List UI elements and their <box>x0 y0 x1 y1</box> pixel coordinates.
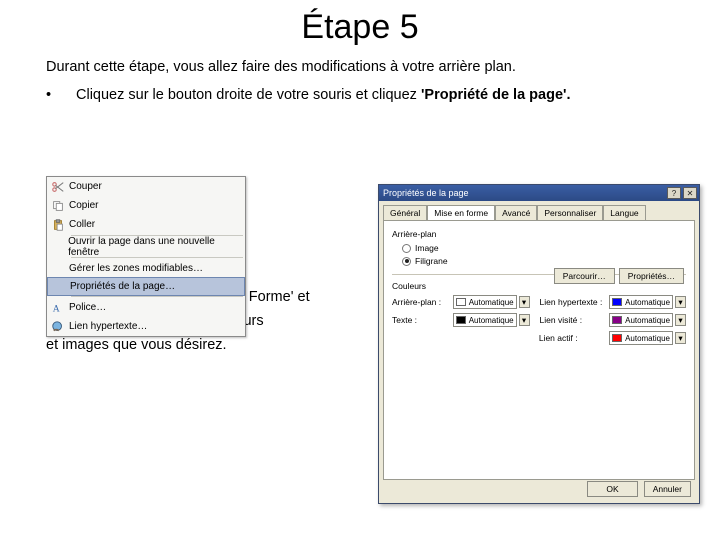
intro-text: Durant cette étape, vous allez faire des… <box>46 59 674 75</box>
chevron-down-icon[interactable]: ▾ <box>519 314 530 326</box>
bullet1-bold: 'Propriété de la page'. <box>421 87 571 103</box>
tab-panel-format: Arrière-plan Image Filigrane Parcourir… … <box>383 220 695 480</box>
ctx-cut[interactable]: Couper <box>47 177 245 196</box>
ctx-open-label: Ouvrir la page dans une nouvelle fenêtre <box>68 236 241 258</box>
scissors-icon <box>47 180 69 194</box>
separator <box>71 296 243 297</box>
text-color-label: Texte : <box>392 315 453 325</box>
tab-format[interactable]: Mise en forme <box>427 205 495 220</box>
bg-color-label: Arrière-plan : <box>392 297 453 307</box>
hyper-color-picker[interactable]: Automatique <box>609 295 673 309</box>
ctx-manage-label: Gérer les zones modifiables… <box>69 263 203 274</box>
chevron-down-icon[interactable]: ▾ <box>675 314 686 326</box>
ok-button[interactable]: OK <box>587 481 637 497</box>
context-menu: Couper Copier Coller Ouvrir la page dans… <box>46 176 246 337</box>
radio-icon <box>402 257 411 266</box>
radio-icon <box>402 244 411 253</box>
hyper-color-label: Lien hypertexte : <box>540 297 610 307</box>
ctx-font[interactable]: A Police… <box>47 298 245 317</box>
radio-filigrane-label: Filigrane <box>415 256 448 266</box>
page-title: Étape 5 <box>0 8 720 47</box>
ctx-manage[interactable]: Gérer les zones modifiables… <box>47 259 245 278</box>
text-color-picker[interactable]: Automatique <box>453 313 517 327</box>
tab-lang[interactable]: Langue <box>603 205 645 220</box>
hover-color-picker[interactable]: Automatique <box>609 331 673 345</box>
chevron-down-icon[interactable]: ▾ <box>519 296 530 308</box>
dialog-titlebar: Propriétés de la page ? ✕ <box>379 185 699 201</box>
properties-button[interactable]: Propriétés… <box>619 268 684 284</box>
tab-advanced[interactable]: Avancé <box>495 205 537 220</box>
ctx-copy-label: Copier <box>69 200 98 211</box>
cancel-button[interactable]: Annuler <box>644 481 691 497</box>
ctx-page-props[interactable]: Propriétés de la page… <box>47 277 245 296</box>
ctx-open-new[interactable]: Ouvrir la page dans une nouvelle fenêtre <box>47 237 245 256</box>
radio-filigrane-row[interactable]: Filigrane <box>402 256 686 266</box>
background-group-label: Arrière-plan <box>392 229 686 239</box>
bullet-dot: • <box>46 87 76 103</box>
ctx-cut-label: Couper <box>69 181 102 192</box>
ctx-font-label: Police… <box>69 302 106 313</box>
ctx-page-props-label: Propriétés de la page… <box>70 281 175 292</box>
radio-image-label: Image <box>415 243 439 253</box>
paste-icon <box>47 218 69 232</box>
chevron-down-icon[interactable]: ▾ <box>675 296 686 308</box>
tab-custom[interactable]: Personnaliser <box>537 205 603 220</box>
bg-color-picker[interactable]: Automatique <box>453 295 517 309</box>
bullet1-text: Cliquez sur le bouton droite de votre so… <box>76 87 421 103</box>
tabs: Général Mise en forme Avancé Personnalis… <box>379 201 699 220</box>
dialog-title: Propriétés de la page <box>383 188 469 198</box>
ctx-paste[interactable]: Coller <box>47 215 245 234</box>
ctx-hyperlink-label: Lien hypertexte… <box>69 321 147 332</box>
bullet-1: • Cliquez sur le bouton droite de votre … <box>46 87 674 103</box>
page-properties-dialog: Propriétés de la page ? ✕ Général Mise e… <box>378 184 700 504</box>
ctx-copy[interactable]: Copier <box>47 196 245 215</box>
copy-icon <box>47 199 69 213</box>
ctx-paste-label: Coller <box>69 219 95 230</box>
chevron-down-icon[interactable]: ▾ <box>675 332 686 344</box>
visited-color-label: Lien visité : <box>540 315 610 325</box>
ctx-hyperlink[interactable]: Lien hypertexte… <box>47 317 245 336</box>
close-button[interactable]: ✕ <box>683 187 697 199</box>
visited-color-picker[interactable]: Automatique <box>609 313 673 327</box>
help-button[interactable]: ? <box>667 187 681 199</box>
font-icon: A <box>47 301 69 315</box>
radio-image-row[interactable]: Image <box>402 243 686 253</box>
tab-general[interactable]: Général <box>383 205 427 220</box>
browse-button[interactable]: Parcourir… <box>554 268 615 284</box>
globe-link-icon <box>47 320 69 334</box>
svg-text:A: A <box>53 303 60 314</box>
hover-color-label: Lien actif : <box>539 333 609 343</box>
